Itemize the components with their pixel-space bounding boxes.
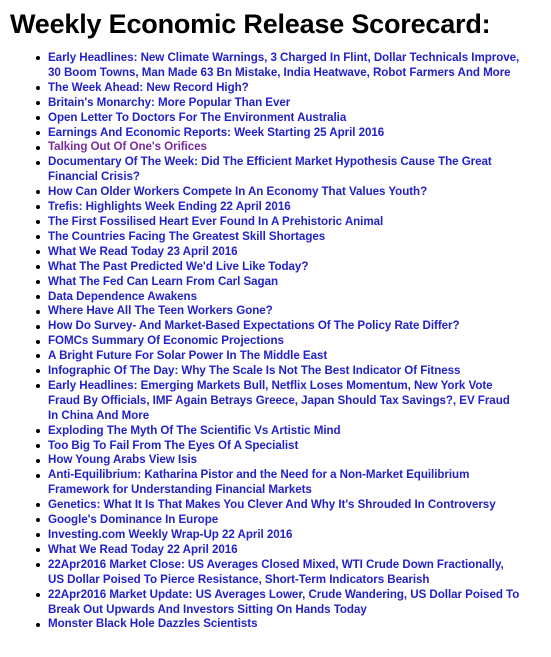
article-link[interactable]: Earnings And Economic Reports: Week Star… — [48, 126, 384, 139]
bullet-point-icon — [36, 160, 40, 165]
article-link[interactable]: What The Fed Can Learn From Carl Sagan — [48, 275, 278, 288]
article-link[interactable]: 22Apr2016 Market Close: US Averages Clos… — [48, 558, 504, 586]
bullet-point-icon — [36, 592, 40, 597]
article-link[interactable]: Exploding The Myth Of The Scientific Vs … — [48, 424, 341, 437]
bullet-point-icon — [36, 458, 40, 463]
list-item: The Week Ahead: New Record High? — [0, 81, 551, 96]
bullet-point-icon — [36, 384, 40, 389]
article-link[interactable]: Investing.com Weekly Wrap-Up 22 April 20… — [48, 528, 293, 541]
article-link[interactable]: The First Fossilised Heart Ever Found In… — [48, 215, 383, 228]
article-link[interactable]: What The Past Predicted We'd Live Like T… — [48, 260, 308, 273]
list-item: The First Fossilised Heart Ever Found In… — [0, 215, 551, 230]
list-item: Trefis: Highlights Week Ending 22 April … — [0, 200, 551, 215]
article-link[interactable]: The Countries Facing The Greatest Skill … — [48, 230, 325, 243]
list-item: FOMCs Summary Of Economic Projections — [0, 334, 551, 349]
page-title: Weekly Economic Release Scorecard: — [10, 9, 491, 39]
article-link[interactable]: Documentary Of The Week: Did The Efficie… — [48, 155, 492, 183]
article-link[interactable]: Too Big To Fail From The Eyes Of A Speci… — [48, 439, 298, 452]
list-item: Monster Black Hole Dazzles Scientists — [0, 617, 551, 632]
list-item: Documentary Of The Week: Did The Efficie… — [0, 155, 551, 185]
list-item: What We Read Today 23 April 2016 — [0, 245, 551, 260]
article-link[interactable]: What We Read Today 23 April 2016 — [48, 245, 238, 258]
article-link[interactable]: Open Letter To Doctors For The Environme… — [48, 111, 346, 124]
article-link[interactable]: 22Apr2016 Market Update: US Averages Low… — [48, 588, 519, 616]
list-item: How Do Survey- And Market-Based Expectat… — [0, 319, 551, 334]
list-item: Exploding The Myth Of The Scientific Vs … — [0, 424, 551, 439]
article-link[interactable]: Early Headlines: New Climate Warnings, 3… — [48, 51, 519, 79]
article-link[interactable]: Infographic Of The Day: Why The Scale Is… — [48, 364, 461, 377]
bullet-point-icon — [36, 339, 40, 344]
list-item: Early Headlines: New Climate Warnings, 3… — [0, 51, 551, 81]
list-item: Where Have All The Teen Workers Gone? — [0, 304, 551, 319]
bullet-point-icon — [36, 220, 40, 225]
list-item: Talking Out Of One's Orifices — [0, 140, 551, 155]
bullet-point-icon — [36, 563, 40, 568]
list-item: How Young Arabs View Isis — [0, 453, 551, 468]
bullet-point-icon — [36, 145, 40, 150]
article-page: Weekly Economic Release Scorecard: Early… — [0, 0, 551, 657]
article-link[interactable]: Anti-Equilibrium: Katharina Pistor and t… — [48, 468, 469, 496]
bullet-point-icon — [36, 309, 40, 314]
list-item: A Bright Future For Solar Power In The M… — [0, 349, 551, 364]
bullet-point-icon — [36, 443, 40, 448]
list-item: Britain's Monarchy: More Popular Than Ev… — [0, 96, 551, 111]
bullet-point-icon — [36, 101, 40, 106]
bullet-point-icon — [36, 250, 40, 255]
bullet-point-icon — [36, 518, 40, 523]
bullet-point-icon — [36, 190, 40, 195]
list-item: Investing.com Weekly Wrap-Up 22 April 20… — [0, 528, 551, 543]
bullet-point-icon — [36, 56, 40, 61]
bullet-point-icon — [36, 533, 40, 538]
list-item: Earnings And Economic Reports: Week Star… — [0, 126, 551, 141]
bullet-point-icon — [36, 324, 40, 329]
list-item: 22Apr2016 Market Update: US Averages Low… — [0, 588, 551, 618]
list-item: Open Letter To Doctors For The Environme… — [0, 111, 551, 126]
article-link[interactable]: Monster Black Hole Dazzles Scientists — [48, 617, 258, 630]
article-link[interactable]: Where Have All The Teen Workers Gone? — [48, 304, 273, 317]
article-link[interactable]: FOMCs Summary Of Economic Projections — [48, 334, 284, 347]
article-link[interactable]: Talking Out Of One's Orifices — [48, 140, 207, 153]
article-link[interactable]: A Bright Future For Solar Power In The M… — [48, 349, 327, 362]
article-link[interactable]: How Can Older Workers Compete In An Econ… — [48, 185, 427, 198]
article-link[interactable]: What We Read Today 22 April 2016 — [48, 543, 238, 556]
bullet-point-icon — [36, 369, 40, 374]
list-item: Google's Dominance In Europe — [0, 513, 551, 528]
bullet-point-icon — [36, 205, 40, 210]
list-item: Data Dependence Awakens — [0, 290, 551, 305]
bullet-point-icon — [36, 86, 40, 91]
list-item: How Can Older Workers Compete In An Econ… — [0, 185, 551, 200]
bullet-point-icon — [36, 473, 40, 478]
article-link[interactable]: The Week Ahead: New Record High? — [48, 81, 249, 94]
list-item: What We Read Today 22 April 2016 — [0, 543, 551, 558]
article-link[interactable]: Genetics: What It Is That Makes You Clev… — [48, 498, 496, 511]
bullet-point-icon — [36, 235, 40, 240]
article-link[interactable]: How Young Arabs View Isis — [48, 453, 197, 466]
list-item: Anti-Equilibrium: Katharina Pistor and t… — [0, 468, 551, 498]
bullet-point-icon — [36, 622, 40, 627]
list-item: Infographic Of The Day: Why The Scale Is… — [0, 364, 551, 379]
bullet-point-icon — [36, 279, 40, 284]
list-item: What The Past Predicted We'd Live Like T… — [0, 260, 551, 275]
bullet-point-icon — [36, 264, 40, 269]
list-item: Too Big To Fail From The Eyes Of A Speci… — [0, 439, 551, 454]
article-link[interactable]: Data Dependence Awakens — [48, 290, 197, 303]
bullet-point-icon — [36, 428, 40, 433]
bullet-point-icon — [36, 130, 40, 135]
article-link[interactable]: Google's Dominance In Europe — [48, 513, 218, 526]
article-link[interactable]: Early Headlines: Emerging Markets Bull, … — [48, 379, 510, 422]
bullet-point-icon — [36, 294, 40, 299]
article-link[interactable]: How Do Survey- And Market-Based Expectat… — [48, 319, 460, 332]
article-link-list: Early Headlines: New Climate Warnings, 3… — [0, 51, 551, 632]
bullet-point-icon — [36, 548, 40, 553]
list-item: What The Fed Can Learn From Carl Sagan — [0, 275, 551, 290]
list-item: 22Apr2016 Market Close: US Averages Clos… — [0, 558, 551, 588]
bullet-point-icon — [36, 503, 40, 508]
list-item: Genetics: What It Is That Makes You Clev… — [0, 498, 551, 513]
list-item: The Countries Facing The Greatest Skill … — [0, 230, 551, 245]
bullet-point-icon — [36, 354, 40, 359]
article-link[interactable]: Trefis: Highlights Week Ending 22 April … — [48, 200, 291, 213]
list-item: Early Headlines: Emerging Markets Bull, … — [0, 379, 551, 424]
bullet-point-icon — [36, 115, 40, 120]
article-link[interactable]: Britain's Monarchy: More Popular Than Ev… — [48, 96, 290, 109]
